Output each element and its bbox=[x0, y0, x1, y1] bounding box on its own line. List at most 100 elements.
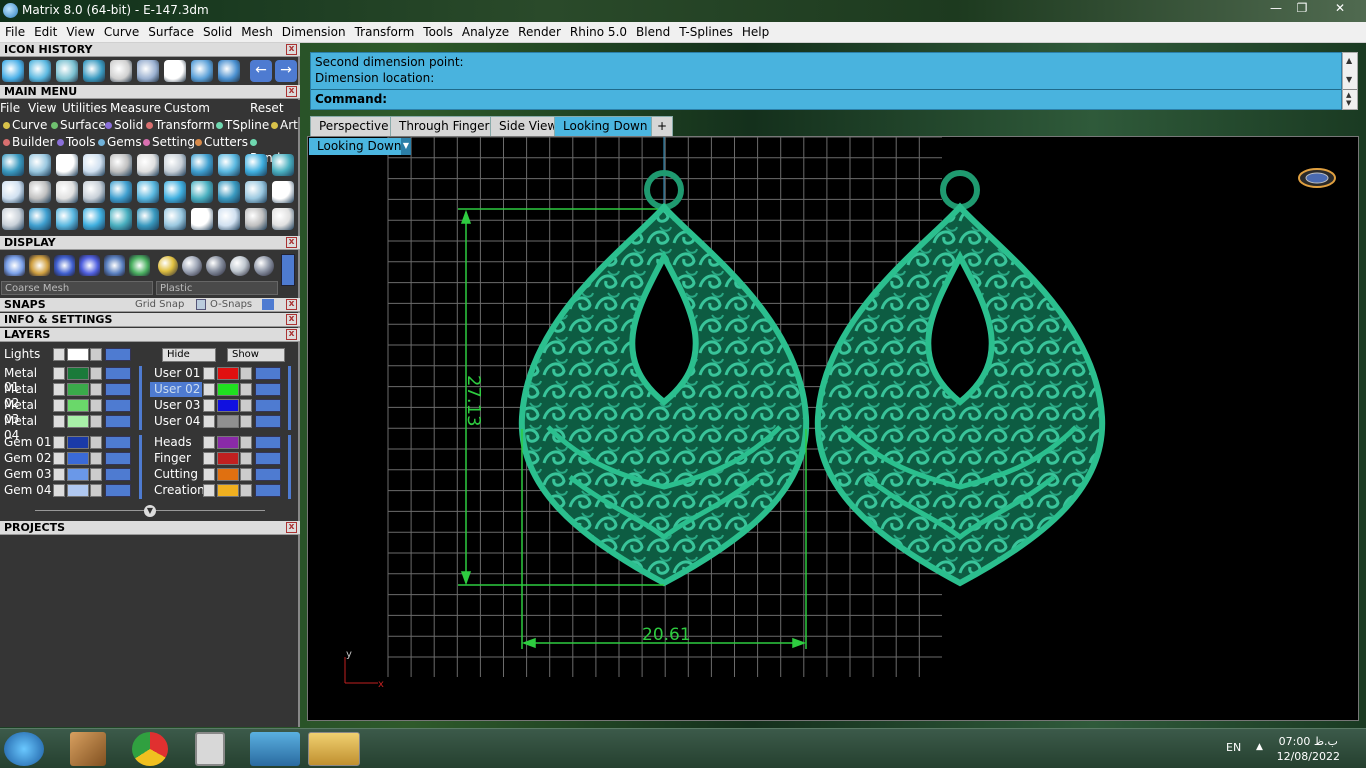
lock-icon[interactable] bbox=[90, 415, 102, 428]
layer-row[interactable]: Creation bbox=[150, 483, 290, 499]
layer-color-swatch[interactable] bbox=[217, 468, 239, 481]
menu-item-curve[interactable]: Curve bbox=[99, 22, 143, 39]
clock[interactable]: 07:00 ب.ظ 12/08/2022 bbox=[1277, 734, 1340, 764]
show-button[interactable]: Show bbox=[227, 348, 285, 362]
menu-item-edit[interactable]: Edit bbox=[29, 22, 61, 39]
layer-name[interactable]: Metal 01 bbox=[0, 366, 52, 394]
menu-item-blend[interactable]: Blend bbox=[631, 22, 674, 39]
tool-icon[interactable] bbox=[218, 208, 240, 230]
tool-icon[interactable] bbox=[164, 154, 186, 176]
layer-row[interactable]: Gem 04 bbox=[0, 483, 140, 499]
menu-item-surface[interactable]: Surface bbox=[143, 22, 198, 39]
display-mode-icon[interactable] bbox=[129, 255, 150, 276]
layer-visibility-toggle[interactable] bbox=[105, 452, 131, 465]
expand-triangle-icon[interactable] bbox=[203, 452, 215, 465]
layer-name[interactable]: Gem 04 bbox=[0, 483, 52, 498]
layer-color-swatch[interactable] bbox=[67, 468, 89, 481]
layer-name[interactable]: Gem 02 bbox=[0, 451, 52, 466]
history-tool-icon[interactable] bbox=[56, 60, 78, 82]
tool-icon[interactable] bbox=[191, 154, 213, 176]
layer-row[interactable]: Heads bbox=[150, 435, 290, 451]
layer-visibility-toggle[interactable] bbox=[105, 367, 131, 380]
osnaps-toggle[interactable]: O-Snaps bbox=[210, 298, 252, 312]
tool-icon[interactable] bbox=[2, 154, 24, 176]
history-tool-icon[interactable] bbox=[218, 60, 240, 82]
menu-item-solid[interactable]: Solid bbox=[198, 22, 236, 39]
layer-color-swatch[interactable] bbox=[67, 399, 89, 412]
layer-visibility-toggle[interactable] bbox=[255, 452, 281, 465]
tool-icon[interactable] bbox=[29, 154, 51, 176]
menu-item-render[interactable]: Render bbox=[513, 22, 565, 39]
layer-visibility-toggle[interactable] bbox=[105, 415, 131, 428]
layer-visibility-toggle[interactable] bbox=[255, 367, 281, 380]
tool-icon[interactable] bbox=[218, 154, 240, 176]
expand-triangle-icon[interactable] bbox=[203, 399, 215, 412]
menu-item-file[interactable]: File bbox=[0, 22, 29, 39]
tray-arrow-icon[interactable]: ▲ bbox=[1256, 742, 1263, 752]
main-menu-custom[interactable]: Custom bbox=[164, 100, 210, 116]
history-tool-icon[interactable] bbox=[191, 60, 213, 82]
main-menu-measure[interactable]: Measure bbox=[110, 100, 161, 116]
lock-icon[interactable] bbox=[90, 452, 102, 465]
tool-icon[interactable] bbox=[56, 154, 78, 176]
layer-visibility-toggle[interactable] bbox=[105, 348, 131, 361]
snap-settings-button[interactable] bbox=[262, 299, 274, 310]
tool-icon[interactable] bbox=[29, 181, 51, 203]
layer-name[interactable]: User 01 bbox=[150, 366, 202, 381]
tool-icon[interactable] bbox=[83, 208, 105, 230]
layer-visibility-toggle[interactable] bbox=[105, 399, 131, 412]
earring-model-right[interactable] bbox=[814, 170, 1106, 587]
tab-perspective[interactable]: Perspective bbox=[310, 116, 398, 136]
material-sphere-icon[interactable] bbox=[182, 256, 202, 276]
paint-icon[interactable] bbox=[70, 732, 106, 766]
layer-row[interactable]: Metal 01 bbox=[0, 366, 140, 394]
layer-name[interactable]: User 02 bbox=[150, 382, 202, 397]
menu-item-rhino-5-0[interactable]: Rhino 5.0 bbox=[565, 22, 631, 39]
file-explorer-icon[interactable] bbox=[308, 732, 360, 766]
close-icon[interactable]: x bbox=[286, 314, 297, 325]
history-tool-icon[interactable] bbox=[164, 60, 186, 82]
layer-visibility-toggle[interactable] bbox=[105, 468, 131, 481]
tool-icon[interactable] bbox=[56, 208, 78, 230]
projects-header[interactable]: PROJECTS x bbox=[0, 521, 300, 535]
menu-item-help[interactable]: Help bbox=[737, 22, 773, 39]
layer-name[interactable]: User 04 bbox=[150, 414, 202, 429]
layer-name[interactable]: Metal 04 bbox=[0, 414, 52, 442]
navigation-widget-icon[interactable] bbox=[1298, 168, 1336, 188]
lock-icon[interactable] bbox=[90, 436, 102, 449]
layer-name[interactable]: User 03 bbox=[150, 398, 202, 413]
arrow-right-icon[interactable]: → bbox=[275, 60, 297, 82]
layer-row[interactable]: User 01 bbox=[150, 366, 290, 382]
expand-triangle-icon[interactable] bbox=[53, 415, 65, 428]
earring-model-left[interactable] bbox=[518, 170, 810, 587]
add-tab-icon[interactable]: + bbox=[651, 116, 674, 136]
layer-name[interactable]: Gem 01 bbox=[0, 435, 52, 450]
history-tool-icon[interactable] bbox=[2, 60, 24, 82]
display-header[interactable]: DISPLAY x bbox=[0, 236, 300, 250]
main-menu-transform[interactable]: Transform bbox=[146, 117, 215, 133]
expand-triangle-icon[interactable] bbox=[53, 383, 65, 396]
layer-color-swatch[interactable] bbox=[67, 436, 89, 449]
display-mode-icon[interactable] bbox=[104, 255, 125, 276]
layer-row-lights[interactable]: Lights bbox=[0, 347, 140, 363]
expand-triangle-icon[interactable] bbox=[53, 484, 65, 497]
layers-header[interactable]: LAYERS x bbox=[0, 328, 300, 342]
expand-triangle-icon[interactable] bbox=[203, 468, 215, 481]
main-menu-utilities[interactable]: Utilities bbox=[62, 100, 107, 116]
start-button-icon[interactable] bbox=[4, 732, 44, 766]
close-button[interactable]: ✕ bbox=[1325, 0, 1355, 18]
chevron-down-icon[interactable]: ▼ bbox=[401, 138, 411, 155]
main-menu-surface[interactable]: Surface bbox=[51, 117, 106, 133]
viewport-canvas[interactable]: 27.13 20.61 y x bbox=[308, 136, 1360, 722]
layer-color-swatch[interactable] bbox=[67, 367, 89, 380]
close-icon[interactable]: x bbox=[286, 44, 297, 55]
tool-icon[interactable] bbox=[218, 181, 240, 203]
tool-icon[interactable] bbox=[83, 154, 105, 176]
layer-visibility-toggle[interactable] bbox=[255, 484, 281, 497]
matrix-app-icon[interactable] bbox=[250, 732, 300, 766]
viewport-label-dropdown[interactable]: Looking Down ▼ bbox=[309, 138, 411, 155]
layer-name[interactable]: Cutting bbox=[150, 467, 202, 482]
menu-item-view[interactable]: View bbox=[61, 22, 98, 39]
lock-icon[interactable] bbox=[90, 468, 102, 481]
layer-row[interactable]: Cutting bbox=[150, 467, 290, 483]
